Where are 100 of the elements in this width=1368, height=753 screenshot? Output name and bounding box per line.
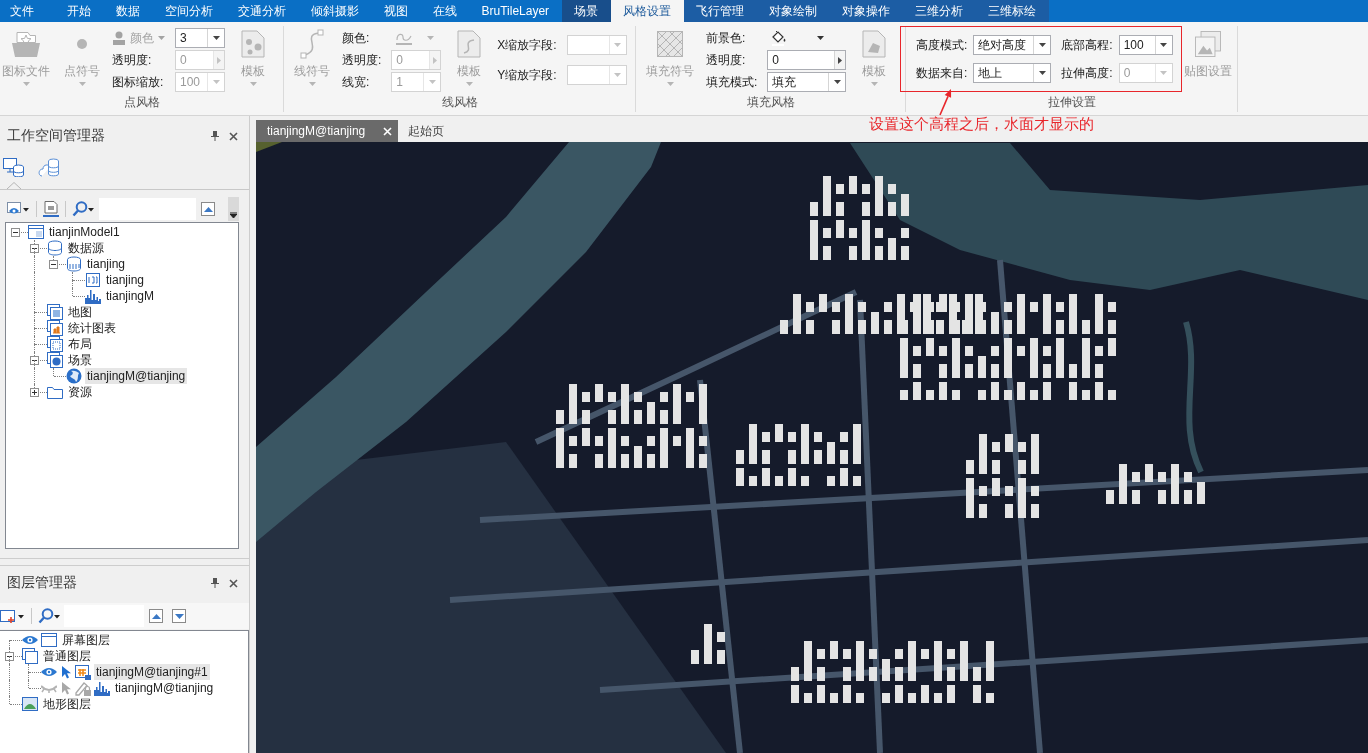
tree-toggle[interactable] — [11, 228, 20, 237]
curve-icon — [299, 29, 325, 59]
group-title: 拉伸设置 — [1047, 94, 1096, 111]
terrain-icon — [22, 696, 38, 712]
eye-menu-icon[interactable] — [7, 202, 30, 216]
caret-icon — [1160, 71, 1168, 75]
spin-arrow-icon — [433, 56, 438, 64]
tree-toggle[interactable] — [30, 388, 39, 397]
dropdown-field[interactable]: 绝对高度 — [973, 35, 1052, 55]
search-menu-icon[interactable] — [38, 608, 61, 624]
caret-icon — [614, 43, 622, 48]
tree-toggle[interactable] — [5, 652, 14, 661]
close-icon[interactable] — [229, 578, 238, 588]
caret-icon — [1038, 71, 1046, 75]
dropdown-field[interactable]: 3 — [175, 28, 225, 48]
menu-tab[interactable]: 在线 — [420, 0, 469, 22]
menu-tab[interactable]: 文件 — [0, 0, 54, 22]
tree-toggle[interactable] — [30, 356, 39, 365]
layer-item[interactable]: 屏幕图层 — [60, 632, 112, 648]
globe-window-icon — [47, 352, 63, 368]
dropdown-field[interactable]: 填充 — [767, 72, 847, 92]
map-window-icon — [47, 304, 63, 320]
tree-item[interactable]: tianjingM@tianjing — [85, 368, 188, 384]
menu-tab[interactable]: 场景 — [561, 0, 611, 22]
tree-item[interactable]: tianjingM — [104, 288, 157, 304]
layer-item[interactable]: 普通图层 — [41, 648, 93, 664]
menu-tab[interactable]: 三维分析 — [902, 0, 976, 22]
close-icon[interactable] — [229, 131, 238, 141]
caret-icon — [1160, 43, 1168, 47]
page-shape-icon — [862, 30, 887, 58]
spin-arrow-icon — [838, 56, 843, 64]
field-label: 前景色: — [706, 30, 747, 47]
menu-tab[interactable]: 对象绘制 — [756, 0, 830, 22]
pin-icon[interactable] — [211, 131, 219, 141]
tree-item[interactable]: 资源 — [66, 384, 94, 400]
field-label: 拉伸高度: — [1061, 65, 1113, 82]
skyline-icon — [94, 680, 110, 696]
move-up-button[interactable] — [149, 609, 163, 623]
panel-title: 图层管理器 — [7, 574, 77, 592]
document-tab[interactable]: tianjingM@tianjing — [256, 120, 399, 142]
layer-item[interactable]: tianjingM@tianjing — [113, 680, 216, 696]
menu-tab[interactable]: 开始 — [54, 0, 103, 22]
tree-toggle[interactable] — [30, 244, 39, 253]
pin-icon[interactable] — [211, 578, 219, 588]
caret-icon — [614, 72, 622, 77]
export-icon[interactable] — [43, 201, 59, 217]
menu-tab[interactable]: 视图 — [371, 0, 420, 22]
group-title: 线风格 — [441, 94, 478, 111]
page-dots-icon — [241, 30, 265, 58]
field-label: 颜色: — [342, 30, 371, 47]
menu-tab[interactable]: 对象操作 — [829, 0, 903, 22]
menu-tab[interactable]: 倾斜摄影 — [298, 0, 371, 22]
field-label: 透明度: — [706, 52, 747, 69]
move-up-button[interactable] — [201, 202, 215, 216]
dropdown-field[interactable]: 100 — [1118, 35, 1173, 55]
tree-item[interactable]: tianjing — [104, 272, 147, 288]
eye-icon[interactable] — [22, 635, 38, 645]
layer-item[interactable]: tianjingM@tianjing#1 — [94, 664, 210, 680]
search-menu-icon[interactable] — [72, 201, 95, 217]
caret-icon — [817, 36, 825, 40]
tree-item[interactable]: 统计图表 — [66, 320, 118, 336]
tree-item[interactable]: 场景 — [66, 352, 94, 368]
cloud-database-icon[interactable] — [38, 158, 59, 177]
menu-tab[interactable]: 空间分析 — [152, 0, 225, 22]
monitor-database-icon[interactable] — [3, 158, 24, 177]
pointer-icon[interactable] — [61, 665, 71, 679]
menu-tab[interactable]: 数据 — [103, 0, 152, 22]
group-title: 点风格 — [123, 94, 160, 111]
tree-item[interactable]: tianjinModel1 — [47, 224, 122, 240]
add-layer-menu-icon[interactable] — [0, 608, 25, 624]
tree-item[interactable]: tianjing — [85, 256, 128, 272]
group-title: 填充风格 — [746, 94, 795, 111]
dropdown-field[interactable]: 地上 — [973, 63, 1052, 83]
caret-icon — [230, 212, 237, 218]
menu-tab[interactable]: 三维标绘 — [975, 0, 1049, 22]
field-label: 线宽: — [342, 74, 371, 91]
spin-arrow-icon — [217, 56, 221, 64]
move-down-button[interactable] — [172, 609, 186, 623]
stacked-windows-icon — [22, 648, 38, 664]
marker-icon — [112, 31, 126, 45]
caret-icon — [212, 36, 220, 40]
menu-tab[interactable]: BruTileLayer — [469, 0, 562, 22]
tree-toggle[interactable] — [49, 260, 58, 269]
database-icon — [47, 240, 63, 256]
tree-item[interactable]: 布局 — [66, 336, 94, 352]
tree-item[interactable]: 数据源 — [66, 240, 106, 256]
chart-window-icon — [47, 320, 63, 336]
eye-icon[interactable] — [41, 667, 57, 677]
caret-icon — [833, 80, 841, 84]
menu-tab[interactable]: 交通分析 — [225, 0, 298, 22]
menu-tab[interactable]: 飞行管理 — [683, 0, 757, 22]
spin-field[interactable]: 0 — [767, 50, 847, 70]
tree-item[interactable]: 地图 — [66, 304, 94, 320]
layer-item[interactable]: 地形图层 — [41, 696, 93, 712]
document-tab[interactable]: 起始页 — [408, 120, 445, 142]
dot-icon — [77, 39, 87, 49]
toolbar-overflow-button[interactable] — [228, 197, 239, 221]
menu-tab[interactable]: 风格设置 — [610, 0, 684, 22]
field-label: Y缩放字段: — [497, 66, 557, 84]
image-stack-icon — [1194, 31, 1221, 57]
